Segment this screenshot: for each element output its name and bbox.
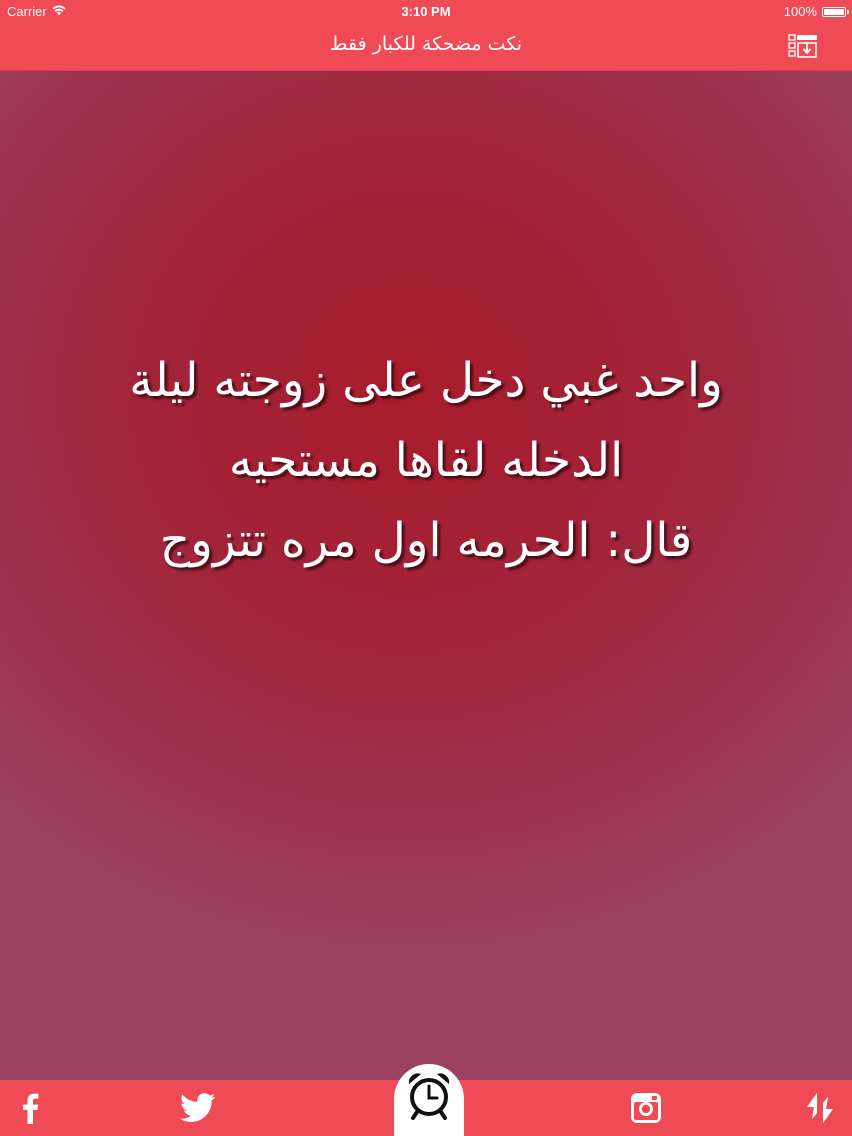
app-screen: Carrier 3:10 PM 100% نكت مضحكة للكبار فق…	[0, 0, 852, 1136]
twitter-icon	[179, 1093, 217, 1127]
battery-percent: 100%	[783, 4, 817, 19]
alarm-clock-icon	[405, 1070, 453, 1126]
joke-text: واحد غبي دخل على زوجته ليلة الدخله لقاها…	[129, 352, 723, 568]
joke-panel: واحد غبي دخل على زوجته ليلة الدخله لقاها…	[0, 71, 852, 1080]
twitter-button[interactable]	[178, 1090, 218, 1130]
instagram-button[interactable]	[626, 1090, 666, 1130]
status-bar: Carrier 3:10 PM 100%	[0, 0, 852, 24]
page-title: نكت مضحكة للكبار فقط	[329, 33, 523, 55]
battery-tip	[847, 9, 849, 14]
list-download-icon[interactable]	[788, 34, 818, 60]
status-time: 3:10 PM	[401, 4, 451, 19]
share-arrows-icon	[803, 1091, 837, 1129]
facebook-icon	[20, 1092, 40, 1128]
battery-icon	[822, 6, 849, 17]
battery-fill	[824, 8, 844, 15]
alarm-button[interactable]	[394, 1064, 464, 1136]
nav-bar: نكت مضحكة للكبار فقط	[0, 24, 852, 71]
facebook-button[interactable]	[10, 1090, 50, 1130]
status-right: 100%	[783, 4, 849, 19]
bottom-toolbar	[0, 1064, 852, 1136]
share-button[interactable]	[800, 1090, 840, 1130]
instagram-icon	[629, 1091, 663, 1129]
